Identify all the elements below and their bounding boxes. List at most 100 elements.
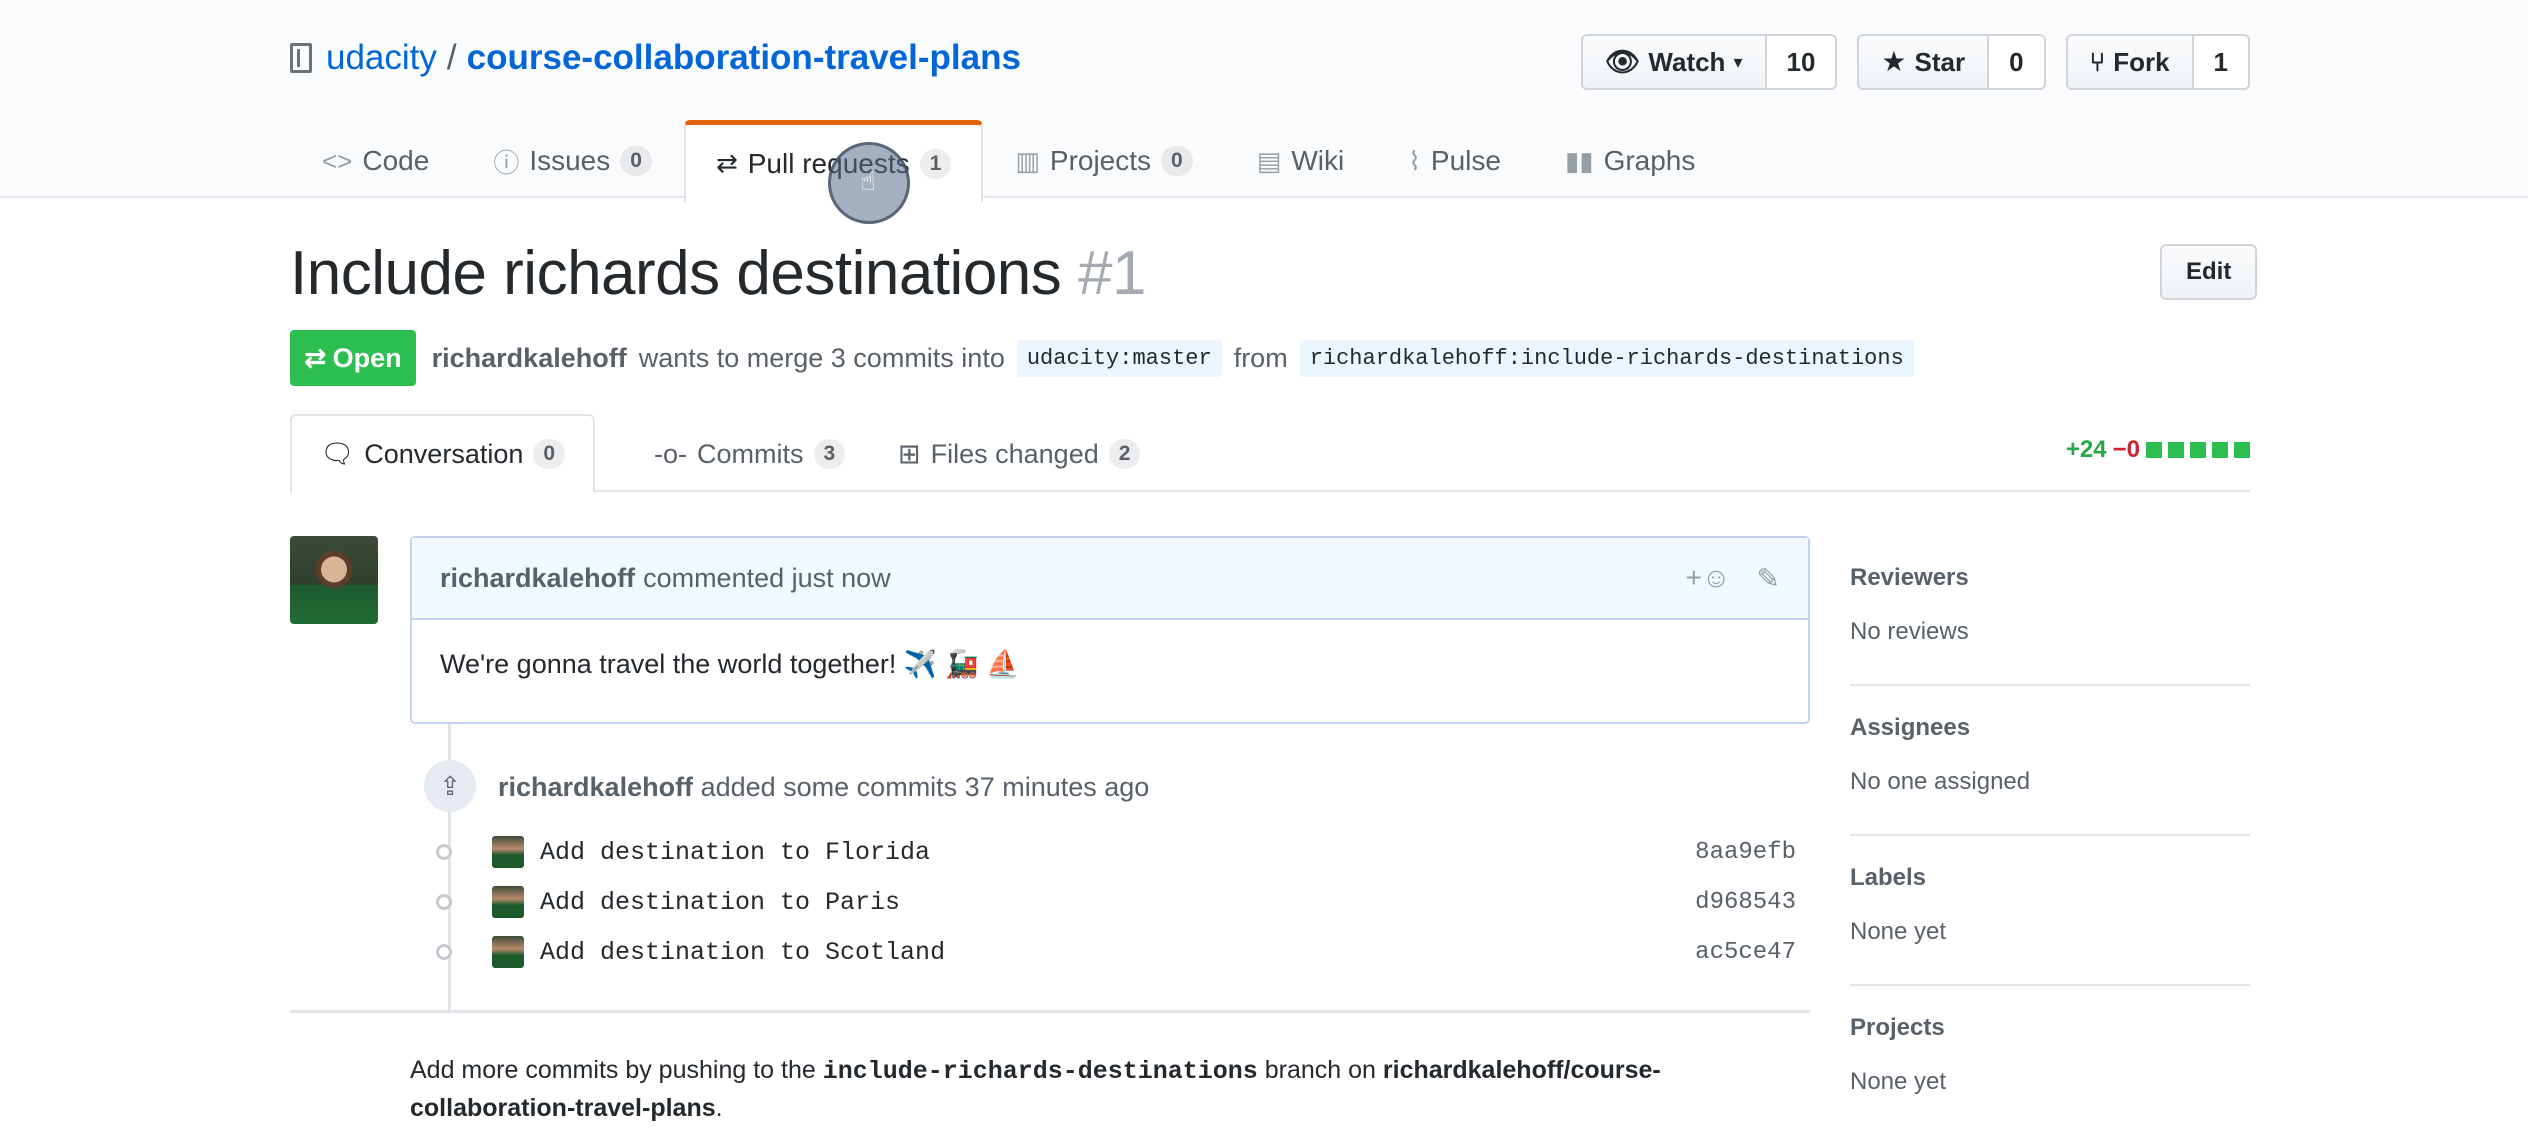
repo-nav: <> Code ⓘ Issues 0 ⇄ Pull requests 1 ▥ P…: [290, 120, 1727, 202]
repo-push-icon: ⇪: [424, 760, 476, 812]
comment-time[interactable]: commented just now: [643, 563, 891, 594]
nav-label: Graphs: [1603, 145, 1696, 176]
pr-number: #1: [1078, 239, 1146, 308]
comment-discussion-icon: 🗨: [320, 439, 355, 469]
commit-dot-icon: [436, 844, 452, 860]
pr-title-text: Include richards destinations: [290, 239, 1062, 308]
project-icon: ▥: [1015, 145, 1040, 176]
nav-pulse[interactable]: ⌇ Pulse: [1376, 120, 1533, 200]
chevron-down-icon: ▾: [1733, 51, 1743, 72]
repo-owner-link[interactable]: udacity: [326, 38, 437, 78]
sidebar-title[interactable]: Assignees: [1850, 714, 2250, 742]
commit-dot-icon: [436, 894, 452, 910]
commit-message[interactable]: Add destination to Florida: [540, 838, 930, 867]
commit-row: Add destination to Paris d968543: [436, 882, 1796, 922]
avatar[interactable]: [290, 536, 378, 624]
repo-title: udacity / course-collaboration-travel-pl…: [290, 38, 1021, 78]
nav-counter: 0: [1161, 146, 1193, 176]
star-icon: ★: [1881, 46, 1907, 77]
diffstat-block: [2212, 442, 2228, 458]
commit-avatar[interactable]: [492, 936, 524, 968]
commits-author-link[interactable]: richardkalehoff: [498, 772, 693, 802]
nav-graphs[interactable]: ▮▮ Graphs: [1533, 120, 1727, 200]
star-count[interactable]: 0: [1989, 34, 2046, 90]
commit-sha[interactable]: ac5ce47: [1695, 939, 1796, 966]
nav-label: Pulse: [1430, 145, 1501, 176]
diffstat-block: [2234, 442, 2250, 458]
nav-label: Projects: [1049, 145, 1152, 176]
tab-files-changed[interactable]: ⊞ Files changed 2: [870, 414, 1168, 494]
comment-body: We're gonna travel the world together! ✈…: [440, 649, 1020, 679]
nav-code[interactable]: <> Code: [290, 120, 461, 200]
commit-avatar[interactable]: [492, 836, 524, 868]
pr-author-link[interactable]: richardkalehoff: [432, 343, 627, 374]
sidebar-reviewers: Reviewers No reviews: [1850, 536, 2250, 686]
fork-group: ⑂ Fork 1: [2065, 34, 2250, 90]
commit-sha[interactable]: d968543: [1695, 889, 1796, 916]
nav-counter: 0: [620, 146, 652, 176]
pr-tabs: 🗨 Conversation 0 -o- Commits 3 ⊞ Files c…: [290, 414, 2250, 494]
watch-count[interactable]: 10: [1766, 34, 1838, 90]
star-button[interactable]: ★ Star: [1857, 34, 1990, 90]
repo-name-link[interactable]: course-collaboration-travel-plans: [467, 38, 1021, 78]
nav-label: Code: [362, 145, 430, 176]
commit-row: Add destination to Scotland ac5ce47: [436, 932, 1796, 972]
watch-group: 👁 Watch ▾ 10: [1580, 34, 1838, 90]
fork-label: Fork: [2113, 46, 2170, 77]
nav-wiki[interactable]: ▤ Wiki: [1225, 120, 1376, 200]
sidebar-value: None yet: [1850, 1068, 1947, 1095]
nav-projects[interactable]: ▥ Projects 0: [983, 120, 1224, 200]
commit-dot-icon: [436, 944, 452, 960]
pr-title: Include richards destinations #1: [290, 238, 1146, 309]
edit-button[interactable]: Edit: [2160, 244, 2258, 300]
star-label: Star: [1914, 46, 1966, 77]
nav-label: Wiki: [1291, 145, 1345, 176]
code-icon: <>: [322, 145, 353, 176]
watch-button[interactable]: 👁 Watch ▾: [1580, 34, 1767, 90]
state-label: Open: [332, 342, 402, 373]
commit-avatar[interactable]: [492, 886, 524, 918]
state-badge: ⇄ Open: [290, 330, 416, 386]
tab-label: Conversation: [364, 438, 524, 469]
repo-header: udacity / course-collaboration-travel-pl…: [0, 0, 2528, 202]
sidebar-title[interactable]: Labels: [1850, 864, 2250, 892]
comment-author-link[interactable]: richardkalehoff: [440, 563, 635, 594]
hand-cursor-icon: ☝: [860, 166, 876, 196]
tab-conversation[interactable]: 🗨 Conversation 0: [290, 414, 596, 494]
commit-sha[interactable]: 8aa9efb: [1695, 839, 1796, 866]
pr-meta-text: wants to merge 3 commits into: [638, 342, 1005, 373]
sidebar-labels: Labels None yet: [1850, 836, 2250, 986]
help-suffix: .: [715, 1094, 723, 1122]
tab-counter: 3: [813, 439, 846, 469]
commit-message[interactable]: Add destination to Paris: [540, 888, 900, 917]
head-branch[interactable]: richardkalehoff:include-richards-destina…: [1299, 339, 1914, 377]
diffstat-block: [2190, 442, 2206, 458]
sidebar-title[interactable]: Reviewers: [1850, 564, 2250, 592]
eye-icon: 👁: [1604, 46, 1641, 77]
commit-message[interactable]: Add destination to Scotland: [540, 938, 945, 967]
commits-event-text: added some commits 37 minutes ago: [700, 772, 1150, 802]
sidebar-value: No one assigned: [1850, 768, 2031, 795]
pencil-icon[interactable]: ✎: [1757, 562, 1780, 595]
graph-icon: ▮▮: [1564, 145, 1594, 176]
from-text: from: [1233, 342, 1288, 373]
commit-row: Add destination to Florida 8aa9efb: [436, 832, 1796, 872]
pull-request-icon: ⇄: [715, 148, 738, 178]
diffstat: +24 −0: [2066, 436, 2250, 464]
diffstat-block: [2168, 442, 2184, 458]
fork-button[interactable]: ⑂ Fork: [2065, 34, 2194, 90]
nav-issues[interactable]: ⓘ Issues 0: [461, 120, 684, 200]
tab-commits[interactable]: -o- Commits 3: [626, 414, 873, 494]
sidebar-title[interactable]: Projects: [1850, 1014, 2250, 1042]
add-reaction-icon[interactable]: +☺: [1686, 562, 1731, 595]
fork-count[interactable]: 1: [2193, 34, 2250, 90]
diffstat-additions: +24: [2065, 436, 2107, 463]
watch-label: Watch: [1648, 46, 1726, 77]
issue-icon: ⓘ: [493, 147, 520, 178]
push-help-text: Add more commits by pushing to the inclu…: [410, 1052, 1810, 1126]
pr-meta: ⇄ Open richardkalehoff wants to merge 3 …: [290, 330, 1914, 386]
help-prefix: Add more commits by pushing to the: [410, 1056, 816, 1084]
commit-icon: -o-: [654, 438, 687, 469]
base-branch[interactable]: udacity:master: [1016, 339, 1222, 377]
sidebar-value: None yet: [1850, 918, 1947, 945]
